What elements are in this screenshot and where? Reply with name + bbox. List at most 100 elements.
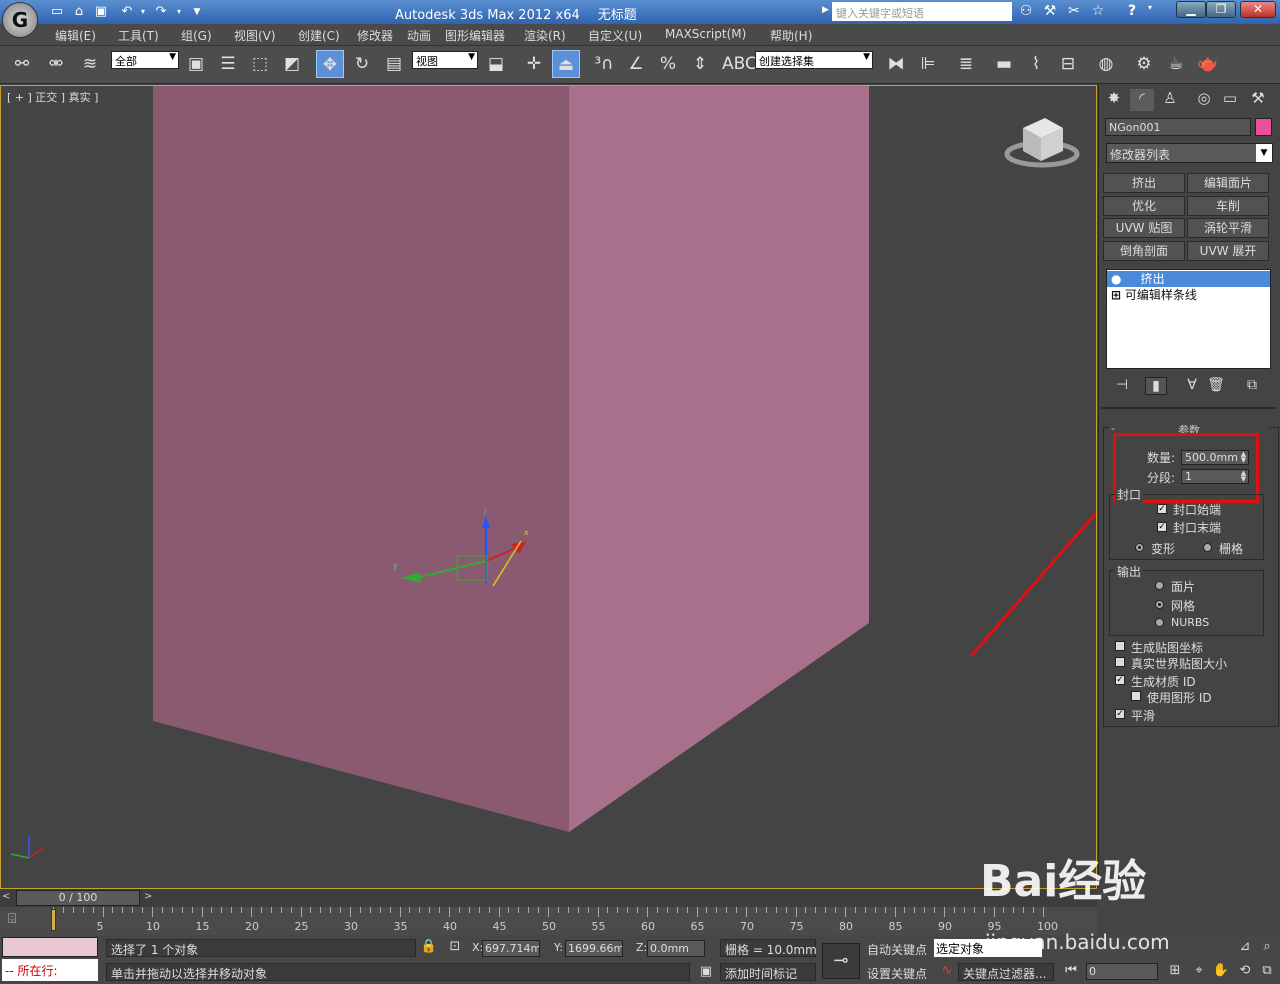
modifier-list-dropdown[interactable]: 修改器列表 ▼ (1106, 143, 1273, 163)
time-tag-icon[interactable]: ▣ (697, 964, 715, 982)
grid-radio[interactable] (1203, 543, 1212, 552)
edit-named-selection-icon[interactable]: ABC (722, 50, 757, 78)
schematic-view-icon[interactable]: ⊟ (1054, 50, 1082, 78)
snaps-toggle-icon[interactable]: ³∩ (590, 50, 618, 78)
mesh-radio[interactable] (1155, 600, 1164, 609)
menu-edit[interactable]: 编辑(E) (55, 27, 96, 44)
gen-mat-id-checkbox[interactable]: ✓ (1115, 675, 1125, 685)
zoom-all-icon[interactable]: ⌕ (1258, 939, 1276, 957)
current-line-field[interactable]: -- 所在行: (2, 959, 98, 981)
angle-snap-icon[interactable]: ∠ (622, 50, 650, 78)
time-slider-thumb[interactable]: 0 / 100 (16, 890, 140, 906)
hierarchy-tab-icon[interactable]: ♙ (1158, 89, 1182, 111)
key-filters-button[interactable]: 关键点过滤器... (958, 963, 1054, 981)
pin-stack-icon[interactable]: ⊣ (1111, 377, 1133, 395)
subscription-icon[interactable]: ⚒ (1040, 3, 1060, 21)
stack-item-editable-spline[interactable]: ⊞ 可编辑样条线 (1107, 287, 1270, 303)
key-mode-curve-icon[interactable]: ∿ (938, 963, 956, 981)
track-bar[interactable]: ⌹ 5 10 15 20 25 30 35 40 45 50 55 60 65 70 75 80 85 90 95 1… (0, 907, 1097, 935)
arrow-right-icon[interactable]: ▶ (822, 5, 829, 15)
remove-modifier-icon[interactable]: 🗑 (1205, 377, 1227, 395)
current-frame-marker[interactable] (51, 909, 56, 931)
pan-icon[interactable]: ✋ (1212, 963, 1230, 981)
set-key-button[interactable]: 设置关键点 (867, 965, 927, 982)
menu-customize[interactable]: 自定义(U) (588, 27, 642, 44)
gen-mapping-checkbox[interactable] (1115, 641, 1125, 651)
maximize-button[interactable]: ❐ (1206, 1, 1236, 18)
undo-dropdown-icon[interactable]: ▾ (134, 3, 152, 21)
set-key-icon[interactable]: ⊸ (822, 943, 860, 979)
go-to-start-icon[interactable]: ⏮ (1062, 963, 1080, 981)
close-button[interactable]: ✕ (1240, 1, 1276, 18)
create-tab-icon[interactable]: ✸ (1102, 89, 1126, 111)
maxscript-listener-mini[interactable] (2, 937, 98, 957)
object-name-field[interactable]: NGon001 (1105, 118, 1251, 136)
cap-end-checkbox[interactable]: ✓ (1157, 522, 1167, 532)
turbosmooth-button[interactable]: 涡轮平滑 (1187, 218, 1269, 238)
bind-space-warp-icon[interactable]: ≋ (76, 50, 104, 78)
cap-start-checkbox[interactable]: ✓ (1157, 504, 1167, 514)
graphite-ribbon-icon[interactable]: ▬ (990, 50, 1018, 78)
layer-manager-icon[interactable]: ≣ (952, 50, 980, 78)
render-production-icon[interactable]: 🫖 (1194, 50, 1222, 78)
binoculars-icon[interactable]: ⚇ (1016, 3, 1036, 21)
field-of-view-icon[interactable]: ⊿ (1236, 939, 1254, 957)
menu-animation[interactable]: 动画 (407, 27, 431, 44)
menu-tools[interactable]: 工具(T) (118, 27, 159, 44)
lock-selection-icon[interactable]: 🔒 (420, 939, 438, 957)
menu-rendering[interactable]: 渲染(R) (524, 27, 566, 44)
extrude-button[interactable]: 挤出 (1103, 173, 1185, 193)
lathe-button[interactable]: 车削 (1187, 196, 1269, 216)
redo-dropdown-icon[interactable]: ▾ (170, 3, 188, 21)
render-setup-icon[interactable]: ⚙ (1130, 50, 1158, 78)
modify-tab-icon[interactable]: ◜ (1130, 89, 1154, 111)
menu-help[interactable]: 帮助(H) (770, 27, 812, 44)
absolute-mode-icon[interactable]: ⊡ (446, 939, 464, 957)
show-end-result-icon[interactable]: ▮ (1145, 377, 1167, 395)
use-shape-id-checkbox[interactable] (1131, 691, 1141, 701)
spinner-snap-icon[interactable]: ⇕ (686, 50, 714, 78)
optimize-button[interactable]: 优化 (1103, 196, 1185, 216)
window-crossing-icon[interactable]: ◩ (278, 50, 306, 78)
mini-curve-editor-icon[interactable]: ⌹ (8, 911, 36, 931)
new-file-icon[interactable]: ▭ (48, 3, 66, 21)
patch-radio[interactable] (1155, 581, 1164, 590)
select-and-link-icon[interactable]: ⚯ (8, 50, 36, 78)
stack-item-extrude[interactable]: ● 挤出 (1107, 271, 1270, 287)
time-slider[interactable]: < 0 / 100 > (0, 889, 1097, 907)
utilities-tab-icon[interactable]: ⚒ (1246, 89, 1270, 111)
x-coordinate-field[interactable]: 697.714mm (482, 940, 540, 957)
menu-maxscript[interactable]: MAXScript(M) (665, 27, 746, 41)
next-frame-icon[interactable]: > (144, 891, 156, 905)
select-and-scale-icon[interactable]: ▤ (380, 50, 408, 78)
help-icon[interactable]: ? (1122, 3, 1142, 21)
edit-patch-button[interactable]: 编辑面片 (1187, 173, 1269, 193)
z-coordinate-field[interactable]: 0.0mm (647, 940, 705, 957)
select-object-icon[interactable]: ▣ (182, 50, 210, 78)
select-and-manipulate-icon[interactable]: ✛ (520, 50, 548, 78)
pivot-center-icon[interactable]: ⬓ (482, 50, 510, 78)
motion-tab-icon[interactable]: ◎ (1192, 89, 1216, 111)
select-by-name-icon[interactable]: ☰ (214, 50, 242, 78)
select-and-move-icon[interactable]: ✥ (316, 50, 344, 78)
app-logo-icon[interactable]: G (2, 2, 38, 38)
morph-radio[interactable] (1135, 543, 1144, 552)
material-editor-icon[interactable]: ◍ (1092, 50, 1120, 78)
real-world-checkbox[interactable] (1115, 657, 1125, 667)
menu-graph-editors[interactable]: 图形编辑器 (445, 27, 505, 44)
nurbs-radio[interactable] (1155, 618, 1164, 627)
minimize-button[interactable]: ▁ (1176, 1, 1206, 18)
y-coordinate-field[interactable]: 1699.66mm (565, 940, 623, 957)
reference-coordinate-dropdown[interactable]: 视图 ▼ (412, 51, 478, 69)
auto-key-button[interactable]: 自动关键点 (867, 941, 927, 958)
menu-modifiers[interactable]: 修改器 (357, 27, 393, 44)
make-unique-icon[interactable]: ∀ (1181, 377, 1203, 395)
maximize-viewport-icon[interactable]: ⧉ (1258, 963, 1276, 981)
uvw-map-button[interactable]: UVW 贴图 (1103, 218, 1185, 238)
quick-access-menu-icon[interactable]: ▼ (188, 3, 206, 21)
help-dropdown-icon[interactable]: ▾ (1140, 3, 1160, 21)
named-selection-set-dropdown[interactable]: 创建选择集 ▼ (755, 51, 873, 69)
display-tab-icon[interactable]: ▭ (1218, 89, 1242, 111)
rectangular-selection-icon[interactable]: ⬚ (246, 50, 274, 78)
selection-filter-dropdown[interactable]: 全部 ▼ (111, 51, 179, 69)
